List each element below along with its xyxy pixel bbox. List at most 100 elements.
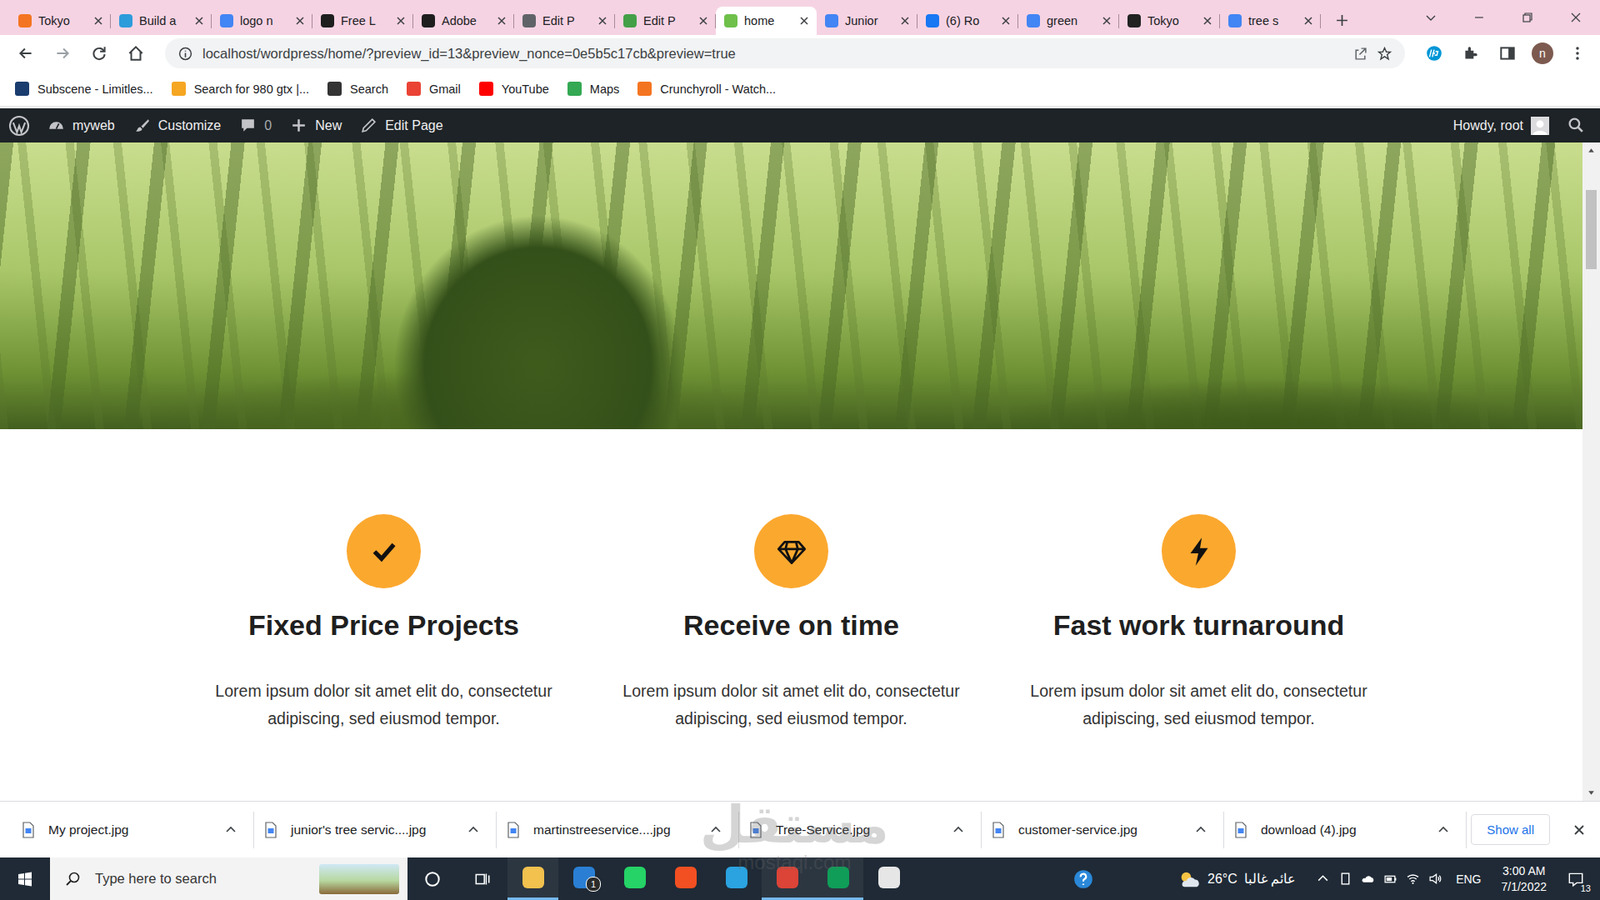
close-icon[interactable] [195, 16, 204, 25]
chevron-up-icon[interactable] [952, 824, 965, 836]
comments-link[interactable]: 0 [230, 116, 281, 135]
minimize-icon[interactable] [1455, 11, 1504, 24]
menu-icon[interactable] [1565, 44, 1590, 63]
chevron-up-icon[interactable] [1437, 824, 1450, 836]
scroll-down-icon[interactable] [1586, 785, 1596, 801]
bookmark[interactable]: Subscene - Limitles... [15, 81, 154, 96]
forward-icon[interactable] [50, 44, 75, 63]
chevron-up-icon[interactable] [710, 824, 722, 836]
chevron-up-icon[interactable] [467, 824, 480, 836]
new-tab-icon[interactable] [1335, 14, 1349, 27]
star-icon[interactable] [1377, 46, 1392, 61]
address-bar[interactable]: localhost/wordpress/home/?preview_id=13&… [165, 38, 1405, 69]
close-icon[interactable] [1001, 16, 1010, 25]
taskbar-app[interactable] [660, 857, 711, 900]
close-icon[interactable] [1304, 16, 1313, 25]
bookmark[interactable]: Maps [567, 81, 620, 96]
browser-tab[interactable]: green [1018, 6, 1120, 35]
taskbar-app[interactable] [761, 857, 813, 900]
close-icon[interactable] [497, 16, 506, 25]
browser-tab[interactable]: Tokyo [10, 6, 111, 35]
chevron-up-icon[interactable] [225, 824, 237, 836]
taskbar-app[interactable] [710, 857, 762, 900]
download-item[interactable]: customer-service.jpg [981, 811, 1225, 849]
weather-widget[interactable]: 26°Cعائم غالبا [1177, 869, 1296, 890]
browser-tab[interactable]: Adobe [413, 6, 515, 35]
download-item[interactable]: junior's tree servic....jpg [254, 811, 497, 849]
browser-tab[interactable]: Edit P [514, 6, 615, 35]
browser-tab[interactable]: home [715, 6, 817, 35]
bookmark[interactable]: Search for 980 gtx |... [171, 81, 310, 96]
task-view-icon[interactable] [457, 870, 508, 889]
hp-extension-icon[interactable] [1421, 44, 1447, 63]
download-item[interactable]: Tree-Service.jpg [739, 811, 982, 849]
battery-icon[interactable] [1383, 871, 1398, 886]
scrollbar-thumb[interactable] [1585, 190, 1597, 270]
info-icon[interactable] [178, 46, 193, 61]
bookmark[interactable]: YouTube [479, 81, 550, 96]
back-icon[interactable] [13, 44, 39, 63]
browser-tab[interactable]: Edit P [615, 6, 716, 35]
input-language[interactable]: ENG [1450, 872, 1486, 886]
bookmark[interactable]: Search [327, 81, 389, 96]
device-icon[interactable] [1338, 871, 1353, 886]
download-item[interactable]: download (4).jpg [1224, 811, 1467, 849]
chevron-up-icon[interactable] [1195, 824, 1207, 836]
show-all-button[interactable]: Show all [1470, 814, 1550, 845]
taskbar-app[interactable]: 1 [558, 857, 610, 900]
site-name[interactable]: myweb [38, 116, 125, 135]
browser-tab[interactable]: logo n [211, 6, 313, 35]
help-icon[interactable] [1072, 868, 1095, 890]
bookmark[interactable]: Gmail [406, 81, 461, 96]
cortana-icon[interactable] [407, 870, 458, 889]
close-icon[interactable] [94, 16, 103, 25]
clock[interactable]: 3:00 AM7/1/2022 [1495, 863, 1555, 895]
close-window-icon[interactable] [1551, 11, 1600, 24]
wordpress-logo-icon[interactable] [6, 115, 39, 137]
new-link[interactable]: New [280, 116, 351, 135]
taskbar-search[interactable]: Type here to search [50, 857, 408, 900]
browser-tab[interactable]: Junior [816, 6, 918, 35]
taskbar-app[interactable] [609, 857, 660, 900]
browser-tab[interactable]: Tokyo [1119, 6, 1220, 35]
taskbar-app[interactable] [812, 857, 864, 900]
close-icon[interactable] [900, 16, 910, 25]
profile-avatar[interactable]: n [1531, 42, 1554, 65]
download-item[interactable]: martinstreeservice....jpg [496, 811, 740, 849]
close-icon[interactable] [396, 16, 405, 25]
share-icon[interactable] [1353, 46, 1368, 61]
close-icon[interactable] [1102, 16, 1111, 25]
close-icon[interactable] [699, 16, 708, 25]
extensions-icon[interactable] [1458, 44, 1484, 63]
browser-tab[interactable]: (6) Ro [917, 6, 1019, 35]
windows-start-icon[interactable] [0, 870, 50, 888]
browser-tab[interactable]: Build a [110, 6, 212, 35]
onedrive-icon[interactable] [1360, 871, 1375, 886]
browser-tab[interactable]: tree s [1220, 6, 1321, 35]
page-scrollbar[interactable] [1582, 142, 1600, 801]
account-menu[interactable]: Howdy, root [1445, 116, 1558, 135]
reload-icon[interactable] [86, 44, 112, 63]
close-icon[interactable] [1203, 16, 1212, 25]
close-icon[interactable] [800, 16, 809, 25]
bookmark[interactable]: Crunchyroll - Watch... [637, 81, 776, 96]
chevron-down-icon[interactable] [1406, 11, 1455, 24]
home-icon[interactable] [123, 44, 149, 63]
volume-icon[interactable] [1428, 871, 1443, 886]
restore-icon[interactable] [1503, 11, 1552, 24]
show-hidden-icons-icon[interactable] [1315, 871, 1330, 886]
close-icon[interactable] [1550, 824, 1600, 836]
search-icon[interactable] [1557, 116, 1600, 135]
close-icon[interactable] [295, 16, 305, 25]
close-icon[interactable] [598, 16, 607, 25]
side-panel-icon[interactable] [1495, 44, 1520, 63]
customize-link[interactable]: Customize [124, 116, 231, 135]
scroll-up-icon[interactable] [1586, 142, 1596, 159]
taskbar-app[interactable] [863, 857, 915, 900]
browser-tab[interactable]: Free L [312, 6, 414, 35]
download-item[interactable]: My project.jpg [11, 811, 255, 849]
taskbar-app[interactable] [507, 857, 559, 900]
wifi-icon[interactable] [1405, 871, 1420, 886]
edit-page-link[interactable]: Edit Page [350, 116, 452, 135]
notification-center[interactable]: 13 [1561, 865, 1590, 894]
